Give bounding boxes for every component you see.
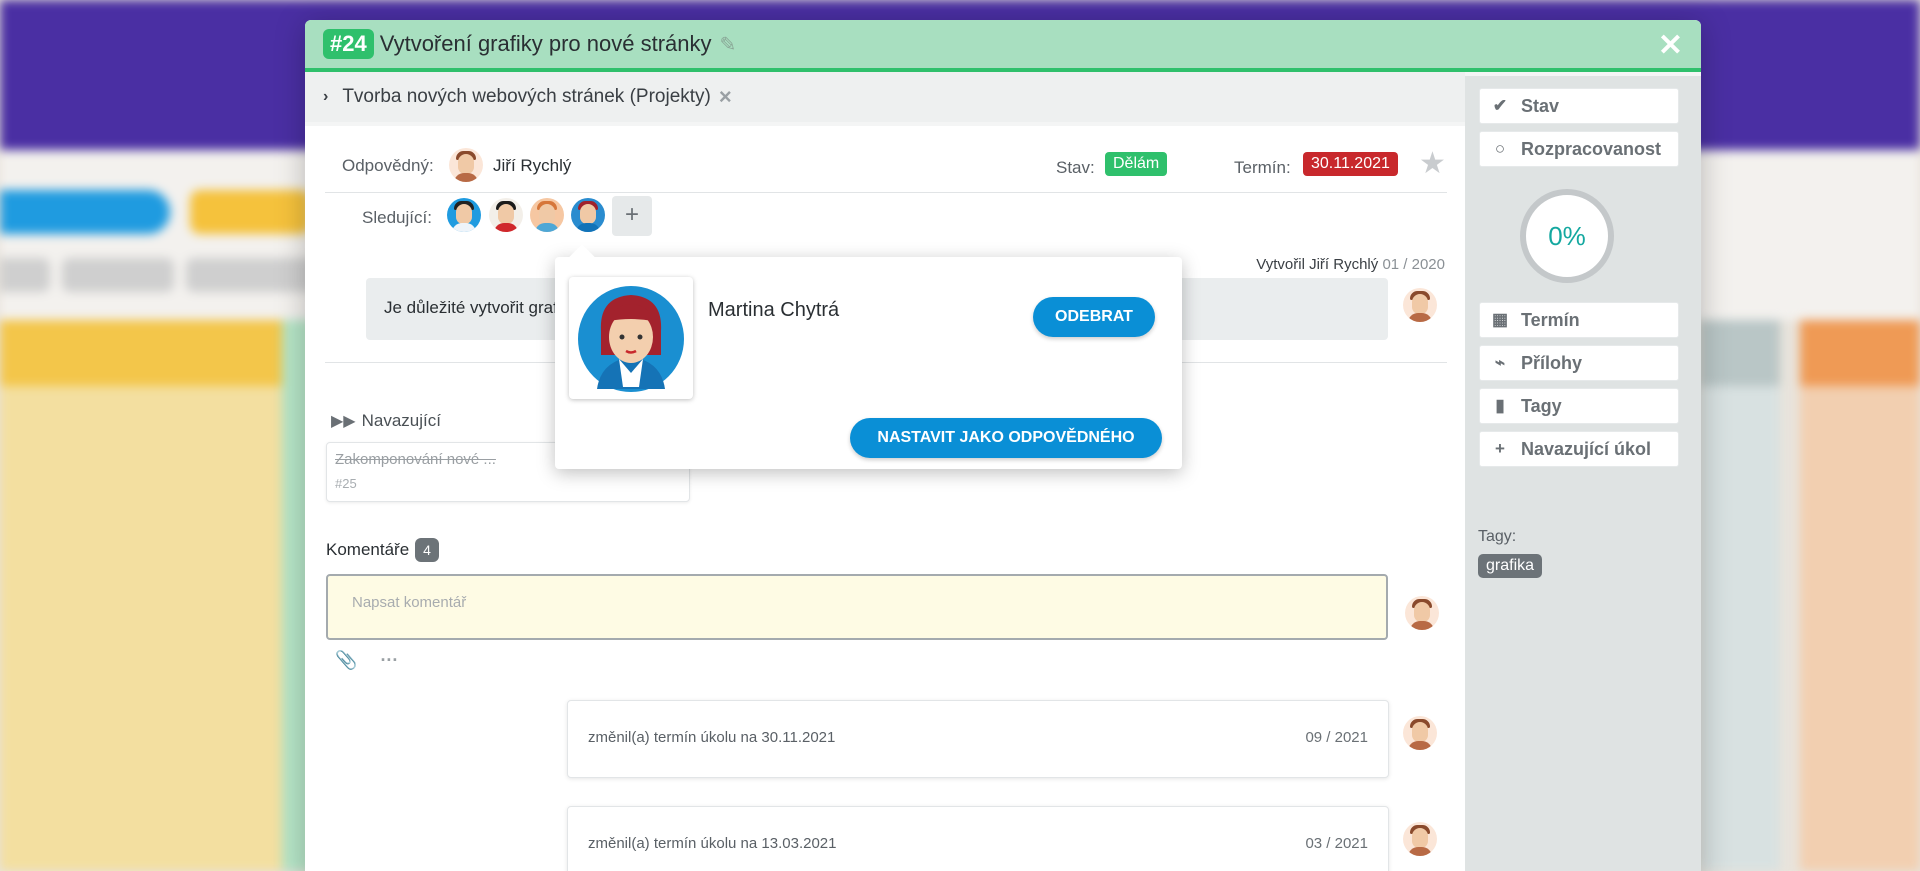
- comments-label: Komentáře: [326, 540, 410, 559]
- followers-label: Sledující:: [362, 208, 432, 227]
- bg-button: [0, 190, 170, 234]
- remove-project-icon[interactable]: ×: [719, 84, 732, 110]
- close-icon[interactable]: ✕: [1658, 28, 1683, 63]
- task-sidebar: ✔ Stav ○ Rozpracovanost 0% ▦ Termín ⌁ Příloh…: [1465, 76, 1701, 871]
- follower-popover: Martina Chytrá ODEBRAT NASTAVIT JAKO ODP…: [555, 244, 1182, 469]
- attachments-button[interactable]: ⌁ Přílohy: [1479, 345, 1679, 381]
- bg-chip: [0, 258, 50, 292]
- more-icon[interactable]: ···: [380, 650, 398, 670]
- follower-photo: [569, 277, 693, 399]
- paperclip-icon: ⌁: [1494, 353, 1506, 372]
- circle-icon: ○: [1494, 139, 1506, 158]
- description-text: Je důležité vytvořit grafiku: [384, 298, 580, 317]
- bg-column: [1800, 320, 1920, 871]
- progress-value: 0%: [1548, 221, 1586, 251]
- progress-ring: 0%: [1520, 189, 1614, 283]
- created-date: 01 / 2020: [1382, 256, 1445, 273]
- bg-column: [0, 320, 282, 871]
- tag-chip[interactable]: grafika: [1478, 554, 1543, 578]
- fast-forward-icon: ▶▶: [331, 413, 356, 430]
- deadline-button-label: Termín: [1521, 309, 1580, 330]
- divider: [325, 192, 1447, 193]
- deadline-button[interactable]: ▦ Termín: [1479, 302, 1679, 338]
- tags-label: Tagy:: [1478, 528, 1517, 545]
- log-date: 09 / 2021: [1305, 729, 1368, 746]
- deadline-label: Termín:: [1234, 158, 1291, 177]
- follow-up-task-button[interactable]: + Navazující úkol: [1479, 431, 1679, 467]
- task-id-badge: #24: [323, 29, 374, 59]
- bg-column: [1700, 320, 1780, 871]
- attachments-button-label: Přílohy: [1521, 352, 1583, 373]
- avatar: [1403, 822, 1437, 856]
- created-prefix: Vytvořil: [1256, 256, 1305, 273]
- add-follower-button[interactable]: +: [612, 196, 652, 236]
- activity-log-item: změnil(a) termín úkolu na 13.03.2021 03 …: [567, 806, 1389, 871]
- deadline-badge[interactable]: 30.11.2021: [1303, 152, 1398, 176]
- breadcrumb: › Tvorba nových webových stránek (Projek…: [305, 72, 1465, 122]
- avatar-illustration: [578, 286, 684, 392]
- avatar: [1405, 596, 1439, 630]
- tags-button-label: Tagy: [1521, 395, 1562, 416]
- comment-tools: 📎 ···: [335, 650, 398, 671]
- created-info: Vytvořil Jiří Rychlý 01 / 2020: [1256, 256, 1445, 273]
- chevron-right-icon[interactable]: ›: [323, 88, 328, 106]
- comment-placeholder: Napsat komentář: [352, 594, 467, 611]
- modal-header: #24 Vytvoření grafiky pro nové stránky ✎…: [305, 20, 1701, 72]
- bg-button: [190, 190, 310, 234]
- follow-up-heading: ▶▶ Navazující: [331, 411, 441, 431]
- set-responsible-button[interactable]: NASTAVIT JAKO ODPOVĚDNÉHO: [850, 418, 1162, 458]
- star-icon[interactable]: ★: [1419, 146, 1446, 181]
- follow-up-label: Navazující: [361, 411, 441, 430]
- status-button[interactable]: ✔ Stav: [1479, 88, 1679, 124]
- status-label: Stav:: [1056, 158, 1095, 177]
- avatar[interactable]: [449, 148, 483, 182]
- bg-chip: [186, 258, 316, 292]
- check-icon: ✔: [1492, 96, 1508, 115]
- status-badge[interactable]: Dělám: [1105, 152, 1168, 176]
- progress-button[interactable]: ○ Rozpracovanost: [1479, 131, 1679, 167]
- tags-button[interactable]: ▮ Tagy: [1479, 388, 1679, 424]
- pencil-icon[interactable]: ✎: [720, 32, 737, 57]
- log-text: změnil(a) termín úkolu na 13.03.2021: [588, 835, 837, 852]
- follow-up-task-label: Navazující úkol: [1521, 438, 1652, 459]
- responsible-name[interactable]: Jiří Rychlý: [493, 156, 571, 176]
- log-text: změnil(a) termín úkolu na 30.11.2021: [588, 729, 836, 746]
- task-title[interactable]: Vytvoření grafiky pro nové stránky: [380, 31, 712, 57]
- follow-up-id: #25: [335, 476, 357, 491]
- follower-name: Martina Chytrá: [708, 299, 840, 321]
- follower-avatar[interactable]: [571, 198, 605, 232]
- calendar-icon: ▦: [1491, 310, 1509, 329]
- comments-heading: Komentáře 4: [326, 538, 439, 562]
- avatar: [1403, 716, 1437, 750]
- comments-count-badge: 4: [415, 538, 439, 562]
- bookmark-icon: ▮: [1495, 396, 1505, 415]
- plus-icon: +: [1495, 439, 1505, 458]
- activity-log-item: změnil(a) termín úkolu na 30.11.2021 09 …: [567, 700, 1389, 778]
- bg-chip: [62, 258, 174, 292]
- task-meta-row: Odpovědný: Jiří Rychlý Stav: Dělám Termí…: [337, 146, 1467, 186]
- progress-button-label: Rozpracovanost: [1521, 138, 1662, 159]
- log-date: 03 / 2021: [1305, 835, 1368, 852]
- avatar: [1403, 288, 1437, 322]
- responsible-label: Odpovědný:: [342, 156, 434, 175]
- comment-input[interactable]: Napsat komentář: [326, 574, 1388, 640]
- follower-avatar[interactable]: [447, 198, 481, 232]
- task-main: Odpovědný: Jiří Rychlý Stav: Dělám Termí…: [305, 126, 1465, 871]
- remove-follower-button[interactable]: ODEBRAT: [1033, 297, 1155, 337]
- created-by: Jiří Rychlý: [1309, 256, 1379, 273]
- follower-avatar[interactable]: [530, 198, 564, 232]
- status-button-label: Stav: [1521, 95, 1560, 116]
- paperclip-icon[interactable]: 📎: [335, 650, 357, 670]
- breadcrumb-project[interactable]: Tvorba nových webových stránek (Projekty…: [342, 86, 711, 108]
- follower-avatar[interactable]: [489, 198, 523, 232]
